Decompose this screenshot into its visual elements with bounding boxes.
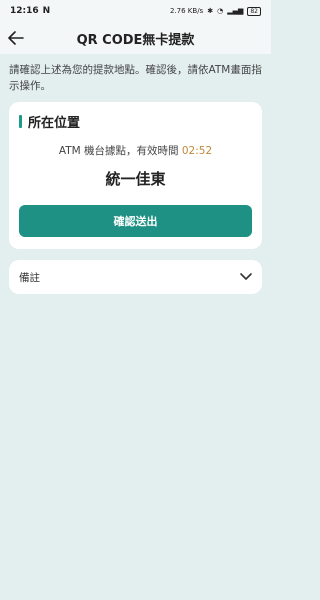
status-right: 2.76 KB/s ✱ ◔ ▂▄▆ 82 [170,6,261,16]
bluetooth-icon: ✱ [207,7,214,15]
title-accent-bar [19,115,22,128]
back-button[interactable] [6,28,26,48]
chevron-down-icon [240,273,252,280]
back-arrow-icon [8,31,24,45]
notes-dropdown[interactable]: 備註 [9,260,262,294]
atm-validity-text: ATM 機台據點，有效時間 [58,145,179,157]
net-speed: 2.76 KB/s [170,7,204,15]
status-bar: 12:16 N 2.76 KB/s ✱ ◔ ▂▄▆ 82 [0,0,271,22]
signal-icon: ▂▄▆ [227,7,244,15]
status-left: 12:16 N [10,6,50,16]
app-header: QR CODE無卡提款 [0,22,271,54]
location-card: 所在位置 ATM 機台據點，有效時間 02:52 統一佳東 確認送出 [9,102,262,249]
battery-icon: 82 [247,6,261,16]
card-title: 所在位置 [28,116,81,131]
card-title-row: 所在位置 [19,112,252,131]
carrier-icon: N [42,6,51,16]
page-title: QR CODE無卡提款 [76,32,195,48]
location-name: 統一佳東 [105,170,166,188]
countdown-timer: 02:52 [181,145,213,157]
confirm-button[interactable]: 確認送出 [19,205,252,237]
instruction-text: 請確認上述為您的提款地點。確認後，請依ATM畫面指示操作。 [9,64,262,92]
wifi-icon: ◔ [217,7,224,15]
status-time: 12:16 [10,6,39,16]
notes-label: 備註 [19,271,40,284]
atm-validity-row: ATM 機台據點，有效時間 02:52 [19,143,252,158]
